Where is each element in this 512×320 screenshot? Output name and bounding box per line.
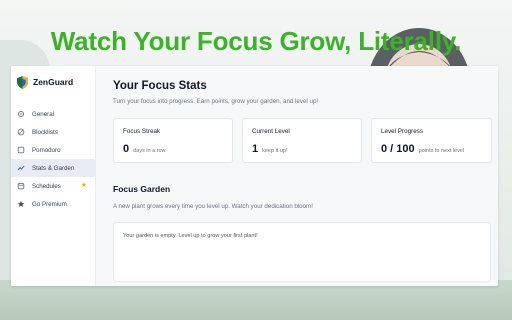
sidebar-item-schedules[interactable]: Schedules ★ [11,177,95,195]
card-value-row: 0 / 100 points to next level [381,143,482,155]
page-title: Your Focus Stats [113,80,207,92]
sidebar-item-label: Pomodoro [32,146,61,154]
card-value: 0 / 100 [381,143,415,155]
sidebar-item-label: General [32,110,55,118]
timer-icon [17,146,25,154]
card-value-row: 0 days in a row [123,143,223,155]
main-content: Your Focus Stats Turn your focus into pr… [96,66,498,286]
brand: ZenGuard [11,74,95,90]
card-value-row: 1 keep it up! [252,143,352,155]
garden-section-title: Focus Garden [113,184,171,194]
premium-star-badge: ★ [80,182,87,189]
star-icon [17,200,25,208]
gear-icon [17,110,25,118]
stats-cards: Focus Streak 0 days in a row Current Lev… [113,118,492,163]
sidebar-item-label: Stats & Garden [32,164,75,172]
sidebar-item-label: Go Premium [32,200,67,208]
block-icon [17,128,25,136]
page-subtitle: Turn your focus into progress. Earn poin… [113,98,319,105]
backdrop-floor [0,280,512,320]
trend-chart-icon [17,164,25,172]
focus-streak-card: Focus Streak 0 days in a row [113,118,233,163]
sidebar: ZenGuard General Blocklists Pomodoro Sta… [11,66,96,286]
card-label: Focus Streak [123,128,161,135]
sidebar-item-general[interactable]: General [11,105,95,123]
sidebar-item-blocklists[interactable]: Blocklists [11,123,95,141]
brand-name: ZenGuard [33,77,74,87]
level-progress-card: Level Progress 0 / 100 points to next le… [371,118,492,163]
promo-headline: Watch Your Focus Grow, Literally. [50,26,462,56]
sidebar-item-label: Blocklists [32,128,58,136]
card-suffix: keep it up! [262,148,288,154]
sidebar-item-go-premium[interactable]: Go Premium [11,195,95,213]
current-level-card: Current Level 1 keep it up! [242,118,362,163]
calendar-icon [17,182,25,190]
card-value: 1 [252,143,259,155]
sidebar-item-pomodoro[interactable]: Pomodoro [11,141,95,159]
shield-logo-icon [17,75,28,89]
card-label: Level Progress [381,128,423,135]
app-window: ZenGuard General Blocklists Pomodoro Sta… [11,66,498,286]
garden-section-subtitle: A new plant grows every time you level u… [113,203,313,210]
sidebar-item-label: Schedules [32,182,61,190]
card-value: 0 [123,143,130,155]
garden-empty-message: Your garden is empty. Level up to grow y… [123,233,258,239]
card-label: Current Level [252,128,290,135]
sidebar-item-stats-garden[interactable]: Stats & Garden [11,159,95,177]
garden-panel: Your garden is empty. Level up to grow y… [113,222,491,282]
card-suffix: points to next level [418,148,465,154]
card-suffix: days in a row [133,148,166,154]
